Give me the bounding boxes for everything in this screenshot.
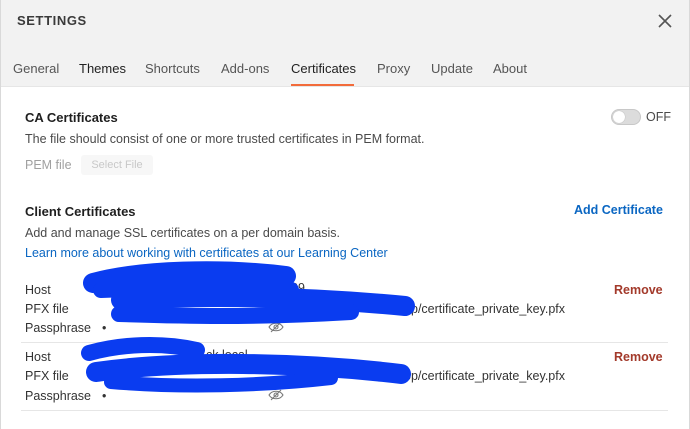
tab-general[interactable]: General	[13, 61, 59, 76]
dialog-title: SETTINGS	[17, 13, 87, 28]
toggle-state-label: OFF	[646, 110, 671, 124]
settings-dialog: SETTINGS General Themes Shortcuts Add-on…	[0, 0, 690, 429]
passphrase-label: Passphrase	[25, 321, 92, 335]
tab-proxy[interactable]: Proxy	[377, 61, 410, 76]
tab-update[interactable]: Update	[431, 61, 473, 76]
tab-themes[interactable]: Themes	[79, 61, 126, 76]
client-description: Add and manage SSL certificates on a per…	[25, 226, 341, 240]
passphrase-label: Passphrase	[25, 389, 92, 403]
settings-tabs: General Themes Shortcuts Add-ons Certifi…	[1, 42, 689, 87]
close-icon[interactable]	[655, 11, 675, 31]
active-tab-indicator	[291, 84, 354, 86]
learning-center-link[interactable]: Learn more about working with certificat…	[25, 246, 388, 260]
pfx-file-value: pp/certificate_private_key.pfx	[404, 369, 565, 383]
tab-certificates[interactable]: Certificates	[291, 61, 356, 76]
pfx-file-value: p/certificate_private_key.pfx	[411, 302, 566, 316]
host-value: 39	[291, 281, 305, 295]
toggle-knob	[613, 111, 625, 123]
select-file-button[interactable]: Select File	[81, 155, 153, 175]
ca-certificates-title: CA Certificates	[25, 110, 118, 125]
host-value: ck.local	[206, 348, 248, 362]
remove-button[interactable]: Remove	[614, 283, 663, 297]
eye-slash-icon[interactable]	[268, 321, 284, 333]
tab-about[interactable]: About	[493, 61, 527, 76]
pfx-file-label: PFX file	[25, 369, 69, 383]
pfx-file-label: PFX file	[25, 302, 69, 316]
entry-divider	[21, 410, 668, 411]
host-label: Host	[25, 283, 51, 297]
tab-add-ons[interactable]: Add-ons	[221, 61, 269, 76]
dialog-header: SETTINGS	[1, 0, 689, 42]
entry-divider	[21, 342, 668, 343]
host-label: Host	[25, 350, 51, 364]
ca-description: The file should consist of one or more t…	[25, 132, 425, 146]
add-certificate-button[interactable]: Add Certificate	[574, 203, 663, 217]
ca-certificates-toggle[interactable]	[611, 109, 641, 125]
eye-slash-icon[interactable]	[268, 389, 284, 401]
remove-button[interactable]: Remove	[614, 350, 663, 364]
pem-file-label: PEM file	[25, 158, 72, 172]
tab-shortcuts[interactable]: Shortcuts	[145, 61, 200, 76]
passphrase-value: •	[102, 321, 107, 335]
passphrase-value: •	[102, 389, 107, 403]
client-certificates-title: Client Certificates	[25, 204, 136, 219]
